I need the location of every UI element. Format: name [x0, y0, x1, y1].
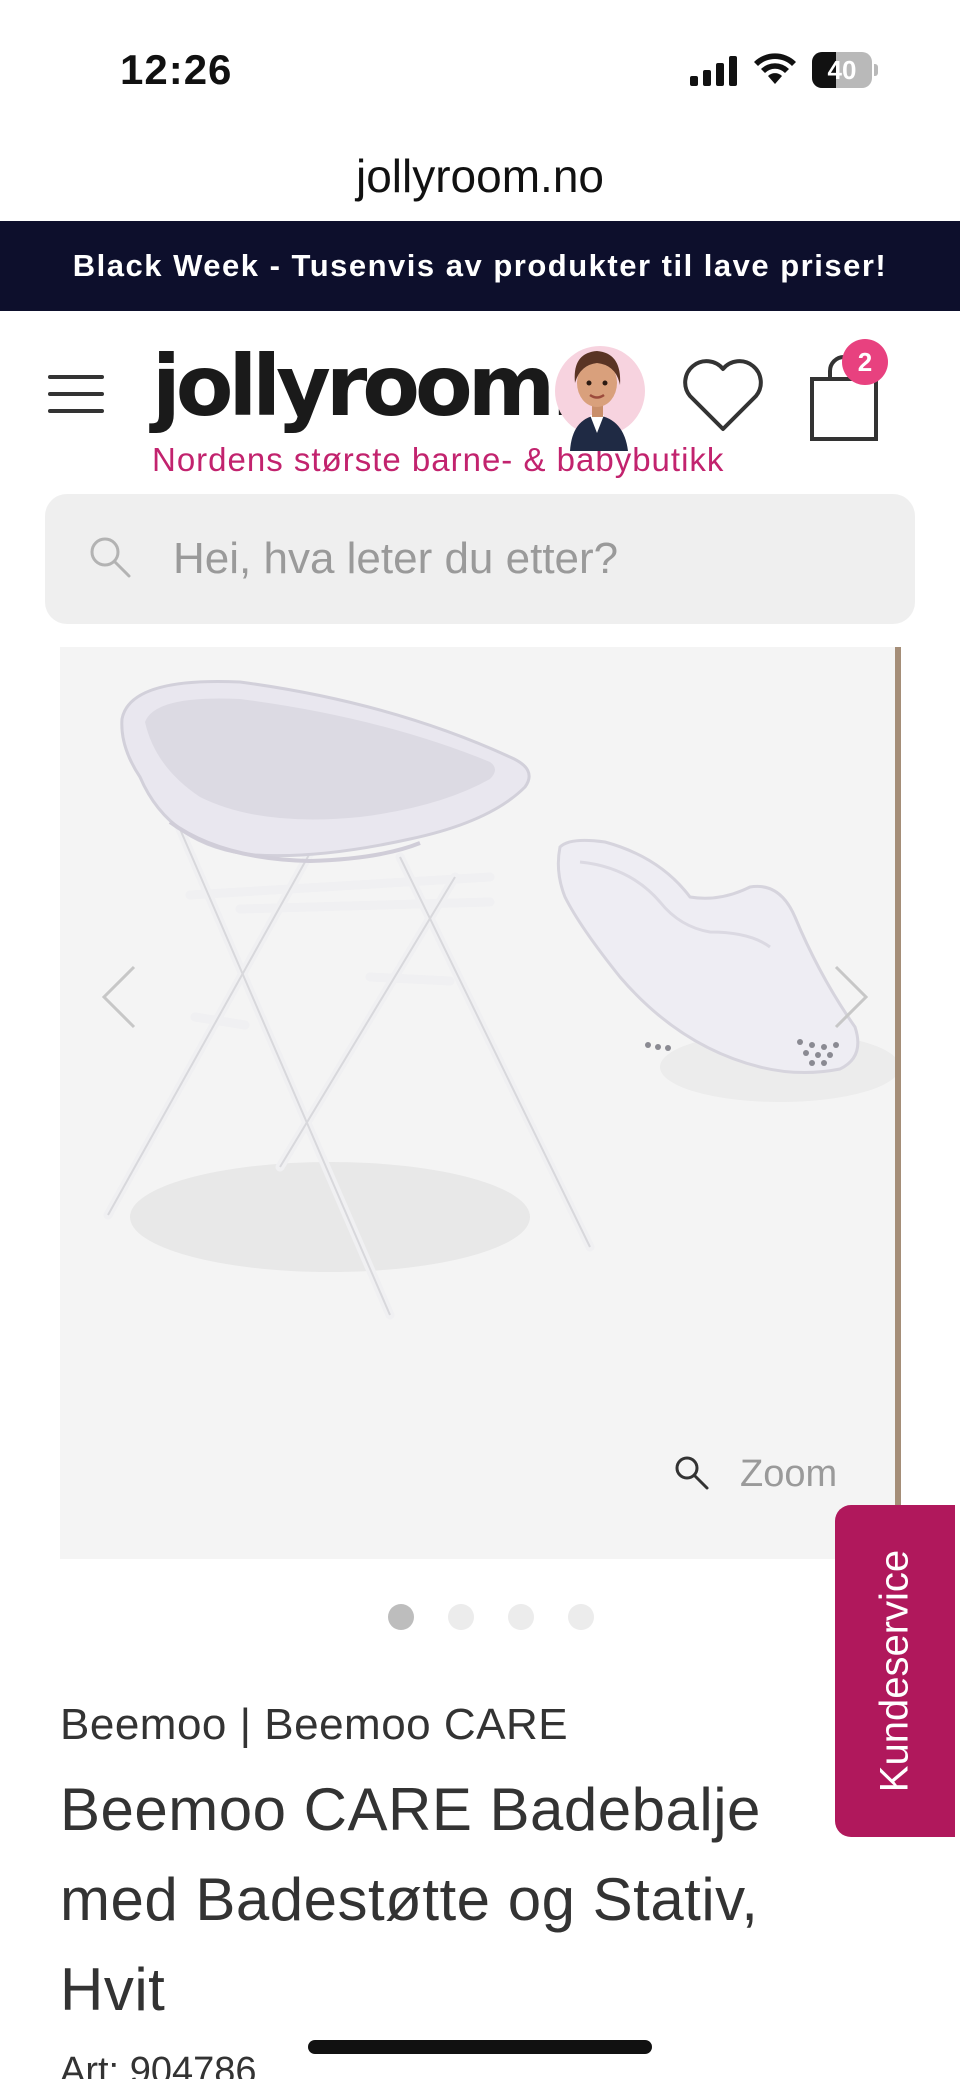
brand-line[interactable]: Beemoo | Beemoo CARE	[60, 1700, 568, 1750]
zoom-label[interactable]: Zoom	[740, 1453, 837, 1496]
battery-level: 40	[827, 55, 857, 85]
search-box[interactable]	[45, 494, 915, 624]
gallery-dot[interactable]	[388, 1604, 414, 1630]
avatar[interactable]	[550, 331, 645, 451]
promo-text[interactable]: Black Week - Tusenvis av produkter til l…	[73, 248, 887, 284]
product-gallery[interactable]: Zoom	[60, 647, 900, 1559]
product-image[interactable]	[60, 647, 900, 1559]
next-image-peek	[895, 647, 901, 1559]
url-text[interactable]: jollyroom.no	[356, 140, 604, 206]
promo-banner[interactable]: Black Week - Tusenvis av produkter til l…	[0, 221, 960, 311]
search-icon	[90, 537, 131, 578]
gallery-dot[interactable]	[568, 1604, 594, 1630]
gallery-dots[interactable]	[388, 1604, 594, 1630]
battery-icon: 40	[812, 52, 878, 88]
chevron-right-icon[interactable]	[820, 957, 880, 1037]
article-value: 904786	[129, 2050, 257, 2079]
gallery-dot[interactable]	[508, 1604, 534, 1630]
search-input[interactable]	[173, 524, 873, 594]
customer-service-button[interactable]: Kundeservice	[835, 1505, 955, 1837]
cart-count-badge[interactable]: 2	[842, 339, 888, 385]
status-bar: 12:26 40	[0, 0, 960, 140]
zoom-button[interactable]: Zoom	[672, 1447, 852, 1507]
zoom-icon	[675, 1456, 709, 1490]
customer-service-label[interactable]: Kundeservice	[873, 1550, 918, 1792]
signal-icon	[690, 56, 737, 86]
status-time: 12:26	[120, 46, 233, 93]
article-label: Art:	[60, 2050, 120, 2079]
url-bar[interactable]: jollyroom.no	[0, 140, 960, 220]
article-number: Art: 904786	[60, 2050, 257, 2079]
heart-icon[interactable]	[680, 355, 766, 435]
chevron-left-icon[interactable]	[90, 957, 150, 1037]
logo-text[interactable]: jollyroom.	[152, 341, 582, 431]
gallery-dot[interactable]	[448, 1604, 474, 1630]
menu-button[interactable]	[44, 369, 108, 419]
product-title: Beemoo CARE Badebalje med Badestøtte og …	[60, 1776, 761, 2023]
wifi-icon	[754, 53, 796, 84]
home-indicator	[308, 2040, 652, 2054]
logo[interactable]: jollyroom.	[152, 341, 582, 451]
site-header: jollyroom. Nordens største barne- & baby…	[0, 311, 960, 486]
